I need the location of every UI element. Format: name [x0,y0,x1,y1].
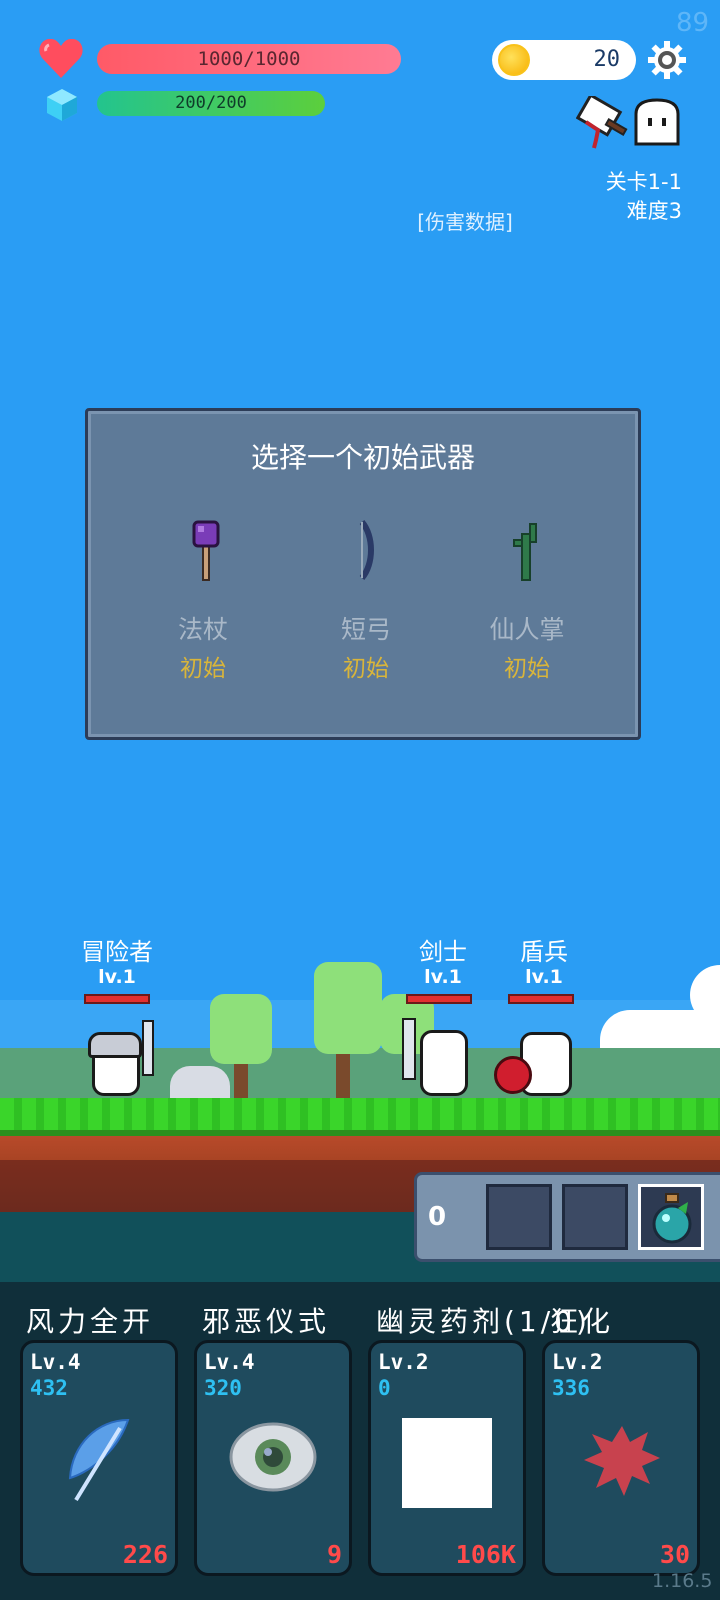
weapon-tag-bow: 初始 [343,656,389,682]
mp-text: 200/200 [175,93,247,113]
bow-icon[interactable] [346,518,386,582]
blank-square-icon [402,1418,492,1508]
staff-icon[interactable] [186,518,226,582]
unit-name-adventurer: 冒险者 [81,938,153,966]
tree [314,962,382,1054]
coin-amount: 20 [593,47,621,72]
stage-info: 关卡1-1 难度3 [560,168,682,226]
sword-icon [402,1018,416,1080]
tree-trunk [336,1050,350,1100]
unit-level-swordsman: lv.1 [424,966,462,988]
potion-icon [652,1193,692,1244]
sword-icon [142,1020,154,1076]
skill-damage: 0 [378,1376,391,1400]
skill-cost: 30 [659,1540,690,1569]
weapon-name-cactus[interactable]: 仙人掌 [462,610,592,646]
skill-cost: 106K [455,1540,516,1569]
mana-gem-icon [47,89,77,121]
feather-icon [68,1418,130,1502]
item-slot-1[interactable] [486,1184,552,1250]
eye-icon [229,1422,317,1492]
tree-trunk [234,1060,248,1100]
damage-data-link[interactable]: [伤害数据] [380,206,550,235]
skill-level: Lv.4 [30,1350,81,1374]
skill-damage: 320 [204,1376,242,1400]
cleaver-icon[interactable] [576,96,630,152]
weapon-tag-staff: 初始 [180,656,226,682]
tree [210,994,272,1064]
coin-icon [498,44,530,76]
cactus-icon[interactable] [508,518,548,582]
weapon-name-staff[interactable]: 法杖 [138,610,268,646]
unit-level-adventurer: lv.1 [98,966,136,988]
weapon-name-bow[interactable]: 短弓 [301,610,431,646]
unit-level-shield: lv.1 [525,966,563,988]
skill-cost: 9 [326,1540,342,1569]
unit-hp-bar-swordsman [406,994,472,1004]
difficulty-label: 难度3 [626,199,682,223]
skill-damage: 432 [30,1376,68,1400]
item-count: 0 [428,1202,447,1232]
skill-level: Lv.2 [378,1350,429,1374]
skill-cost: 226 [122,1540,168,1569]
rock [170,1066,230,1100]
weapon-tag-cactus: 初始 [504,656,550,682]
blood-splat-icon [584,1426,660,1496]
shield-icon [494,1056,532,1094]
unit-name-shield: 盾兵 [520,938,568,966]
item-slot-2[interactable] [562,1184,628,1250]
skill-level: Lv.4 [204,1350,255,1374]
heart-icon [39,38,83,78]
swordsman-enemy[interactable] [420,1030,468,1096]
ghost-icon[interactable] [632,98,682,148]
skill-name-1: 风力全开 [26,1305,155,1338]
skill-damage: 336 [552,1376,590,1400]
skill-level: Lv.2 [552,1350,603,1374]
skill-name-4: 狂化 [550,1305,615,1338]
fps-counter: 89 [676,8,710,38]
knight-helmet-icon [88,1032,142,1058]
skill-name-2: 邪恶仪式 [202,1305,331,1338]
unit-hp-bar-shield [508,994,574,1004]
version-label: 1.16.5 [652,1570,713,1592]
dialog-title: 选择一个初始武器 [250,441,475,474]
unit-name-swordsman: 剑士 [419,938,467,966]
unit-hp-bar-adventurer [84,994,150,1004]
hp-text: 1000/1000 [197,48,301,70]
grass [0,1098,720,1132]
gear-icon[interactable] [647,40,687,80]
stage-label: 关卡1-1 [605,170,682,194]
